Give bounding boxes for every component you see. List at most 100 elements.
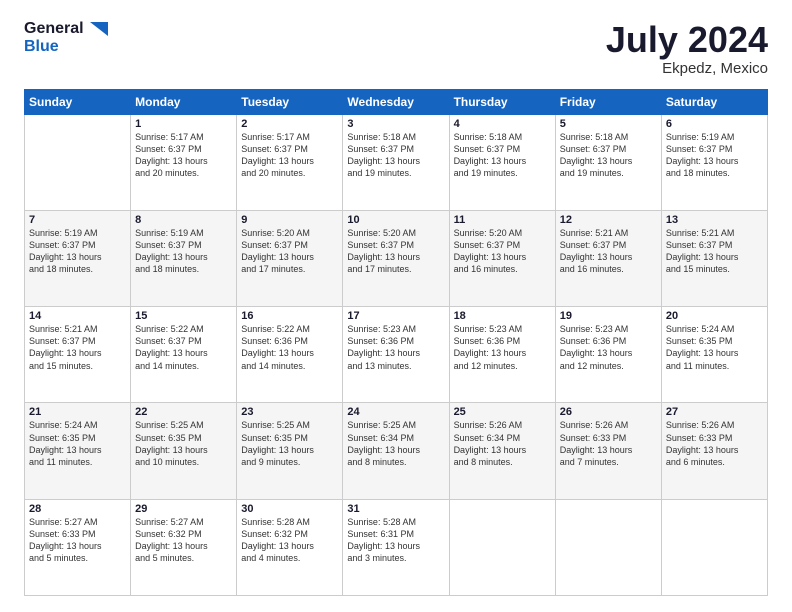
- day-number: 8: [135, 214, 232, 226]
- day-number: 19: [560, 310, 657, 322]
- cell-text-line: and 9 minutes.: [241, 456, 338, 468]
- cell-text-line: Daylight: 13 hours: [29, 347, 126, 359]
- cell-text-line: Daylight: 13 hours: [666, 155, 763, 167]
- main-title: July 2024: [606, 20, 768, 60]
- calendar-week-row: 28 Sunrise: 5:27 AM Sunset: 6:33 PMDayligh…: [25, 499, 768, 595]
- subtitle: Ekpedz, Mexico: [606, 60, 768, 77]
- table-row: 11Sunrise: 5:20 AMSunset: 6:37 PMDayligh…: [449, 210, 555, 306]
- cell-text-line: and 17 minutes.: [347, 263, 444, 275]
- table-row: 7Sunrise: 5:19 AMSunset: 6:37 PMDaylight…: [25, 210, 131, 306]
- day-number: 28: [29, 503, 126, 515]
- cell-text-line: Daylight: 13 hours: [560, 251, 657, 263]
- cell-text-line: Sunset: 6:37 PM: [29, 335, 126, 347]
- day-number: 20: [666, 310, 763, 322]
- table-row: 4Sunrise: 5:18 AMSunset: 6:37 PMDaylight…: [449, 114, 555, 210]
- cell-text-line: Daylight: 13 hours: [454, 251, 551, 263]
- day-number: 4: [454, 118, 551, 130]
- table-row: 3Sunrise: 5:18 AMSunset: 6:37 PMDaylight…: [343, 114, 449, 210]
- cell-text-line: Daylight: 13 hours: [29, 540, 126, 552]
- cell-text-line: Daylight: 13 hours: [241, 155, 338, 167]
- cell-text-line: and 10 minutes.: [135, 456, 232, 468]
- cell-text-line: and 15 minutes.: [666, 263, 763, 275]
- cell-text-line: Sunset: 6:37 PM: [454, 239, 551, 251]
- cell-text-line: Daylight: 13 hours: [347, 155, 444, 167]
- table-row: 1Sunrise: 5:17 AMSunset: 6:37 PMDaylight…: [131, 114, 237, 210]
- cell-text-line: and 15 minutes.: [29, 360, 126, 372]
- cell-text-line: and 8 minutes.: [454, 456, 551, 468]
- cell-text-line: Daylight: 13 hours: [666, 251, 763, 263]
- cell-text-line: Sunset: 6:33 PM: [29, 528, 126, 540]
- cell-text-line: Sunset: 6:35 PM: [135, 432, 232, 444]
- table-row: 12Sunrise: 5:21 AMSunset: 6:37 PMDayligh…: [555, 210, 661, 306]
- day-number: 15: [135, 310, 232, 322]
- cell-text-line: Sunset: 6:34 PM: [347, 432, 444, 444]
- col-saturday: Saturday: [661, 89, 767, 114]
- cell-text-line: and 20 minutes.: [135, 167, 232, 179]
- cell-text-line: Sunrise: 5:25 AM: [241, 419, 338, 431]
- col-thursday: Thursday: [449, 89, 555, 114]
- table-row: [25, 114, 131, 210]
- cell-text-line: Daylight: 13 hours: [135, 251, 232, 263]
- day-number: 12: [560, 214, 657, 226]
- cell-text-line: Sunset: 6:31 PM: [347, 528, 444, 540]
- table-row: 30Sunrise: 5:28 AMSunset: 6:32 PMDayligh…: [237, 499, 343, 595]
- table-row: [661, 499, 767, 595]
- table-row: [555, 499, 661, 595]
- cell-text-line: Daylight: 13 hours: [454, 155, 551, 167]
- cell-text-line: Sunset: 6:37 PM: [560, 239, 657, 251]
- table-row: 26Sunrise: 5:26 AMSunset: 6:33 PMDayligh…: [555, 403, 661, 499]
- cell-text-line: Sunrise: 5:21 AM: [29, 323, 126, 335]
- cell-text-line: Sunrise: 5:23 AM: [560, 323, 657, 335]
- cell-text-line: Sunset: 6:35 PM: [666, 335, 763, 347]
- cell-text-line: Daylight: 13 hours: [29, 251, 126, 263]
- cell-text-line: Sunset: 6:34 PM: [454, 432, 551, 444]
- day-number: 21: [29, 406, 126, 418]
- cell-text-line: Sunrise: 5:18 AM: [454, 131, 551, 143]
- cell-text-line: Sunset: 6:37 PM: [241, 143, 338, 155]
- table-row: 22Sunrise: 5:25 AMSunset: 6:35 PMDayligh…: [131, 403, 237, 499]
- cell-text-line: Sunrise: 5:27 AM: [135, 516, 232, 528]
- cell-text-line: and 18 minutes.: [135, 263, 232, 275]
- cell-text-line: Daylight: 13 hours: [241, 251, 338, 263]
- table-row: 8Sunrise: 5:19 AMSunset: 6:37 PMDaylight…: [131, 210, 237, 306]
- cell-text-line: Sunrise: 5:19 AM: [666, 131, 763, 143]
- cell-text-line: and 18 minutes.: [29, 263, 126, 275]
- cell-text-line: Sunset: 6:33 PM: [666, 432, 763, 444]
- cell-text-line: Sunset: 6:33 PM: [560, 432, 657, 444]
- table-row: 14Sunrise: 5:21 AMSunset: 6:37 PMDayligh…: [25, 307, 131, 403]
- day-number: 2: [241, 118, 338, 130]
- cell-text-line: and 16 minutes.: [454, 263, 551, 275]
- day-number: 10: [347, 214, 444, 226]
- cell-text-line: Sunset: 6:37 PM: [454, 143, 551, 155]
- cell-text-line: Sunrise: 5:25 AM: [347, 419, 444, 431]
- cell-text-line: Sunrise: 5:28 AM: [241, 516, 338, 528]
- cell-text-line: Sunset: 6:37 PM: [29, 239, 126, 251]
- table-row: 9Sunrise: 5:20 AMSunset: 6:37 PMDaylight…: [237, 210, 343, 306]
- cell-text-line: Daylight: 13 hours: [347, 347, 444, 359]
- day-number: 13: [666, 214, 763, 226]
- cell-text-line: Sunset: 6:36 PM: [347, 335, 444, 347]
- cell-text-line: Sunrise: 5:20 AM: [347, 227, 444, 239]
- header: General Blue July 2024 Ekpedz, Mexico: [24, 20, 768, 77]
- cell-text-line: Sunrise: 5:21 AM: [666, 227, 763, 239]
- day-number: 24: [347, 406, 444, 418]
- cell-text-line: Sunrise: 5:18 AM: [347, 131, 444, 143]
- cell-text-line: Sunrise: 5:17 AM: [135, 131, 232, 143]
- table-row: 25Sunrise: 5:26 AMSunset: 6:34 PMDayligh…: [449, 403, 555, 499]
- cell-text-line: Sunrise: 5:25 AM: [135, 419, 232, 431]
- cell-text-line: and 19 minutes.: [347, 167, 444, 179]
- day-number: 22: [135, 406, 232, 418]
- cell-text-line: Sunset: 6:35 PM: [241, 432, 338, 444]
- cell-text-line: Daylight: 13 hours: [135, 155, 232, 167]
- page: General Blue July 2024 Ekpedz, Mexico Su…: [0, 0, 792, 612]
- day-number: 23: [241, 406, 338, 418]
- cell-text-line: Sunrise: 5:26 AM: [666, 419, 763, 431]
- cell-text-line: and 4 minutes.: [241, 552, 338, 564]
- cell-text-line: Daylight: 13 hours: [454, 347, 551, 359]
- cell-text-line: Sunset: 6:35 PM: [29, 432, 126, 444]
- cell-text-line: Sunrise: 5:18 AM: [560, 131, 657, 143]
- cell-text-line: Sunset: 6:37 PM: [666, 143, 763, 155]
- table-row: 24Sunrise: 5:25 AMSunset: 6:34 PMDayligh…: [343, 403, 449, 499]
- cell-text-line: Sunset: 6:37 PM: [135, 143, 232, 155]
- day-number: 17: [347, 310, 444, 322]
